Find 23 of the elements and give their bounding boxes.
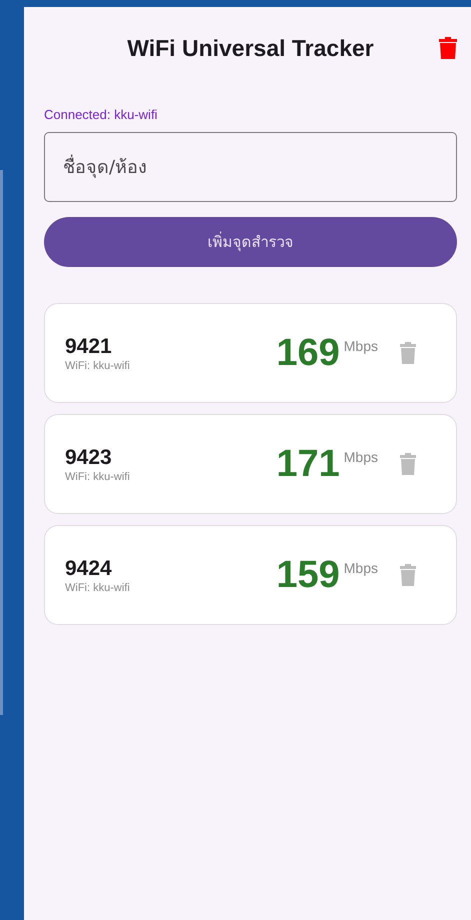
- add-point-button[interactable]: เพิ่มจุดสำรวจ: [44, 217, 457, 267]
- point-name: 9421: [65, 334, 113, 358]
- point-name: 9423: [65, 446, 113, 470]
- speed-unit: Mbps: [344, 560, 378, 576]
- network-name: WiFi: kku-wifi: [65, 470, 131, 482]
- app-title: WiFi Universal Tracker: [126, 34, 375, 62]
- speed-value: 159: [276, 554, 340, 596]
- trash-icon: [400, 453, 416, 475]
- delete-button[interactable]: [400, 564, 416, 586]
- network-name: WiFi: kku-wifi: [65, 360, 131, 372]
- speed-unit: Mbps: [344, 449, 378, 465]
- speed-value: 169: [276, 332, 340, 374]
- trash-icon: [400, 342, 416, 364]
- trash-icon: [439, 37, 457, 59]
- delete-button[interactable]: [400, 342, 416, 364]
- point-name: 9424: [65, 556, 113, 580]
- delete-button[interactable]: [400, 453, 416, 475]
- speed-value: 171: [276, 442, 340, 486]
- room-name-field[interactable]: ชื่อจุด/ห้อง: [44, 132, 457, 202]
- speed-unit: Mbps: [344, 338, 378, 354]
- trash-icon: [400, 564, 416, 586]
- network-name: WiFi: kku-wifi: [65, 582, 131, 594]
- connection-status: Connected: kku-wifi: [44, 107, 158, 122]
